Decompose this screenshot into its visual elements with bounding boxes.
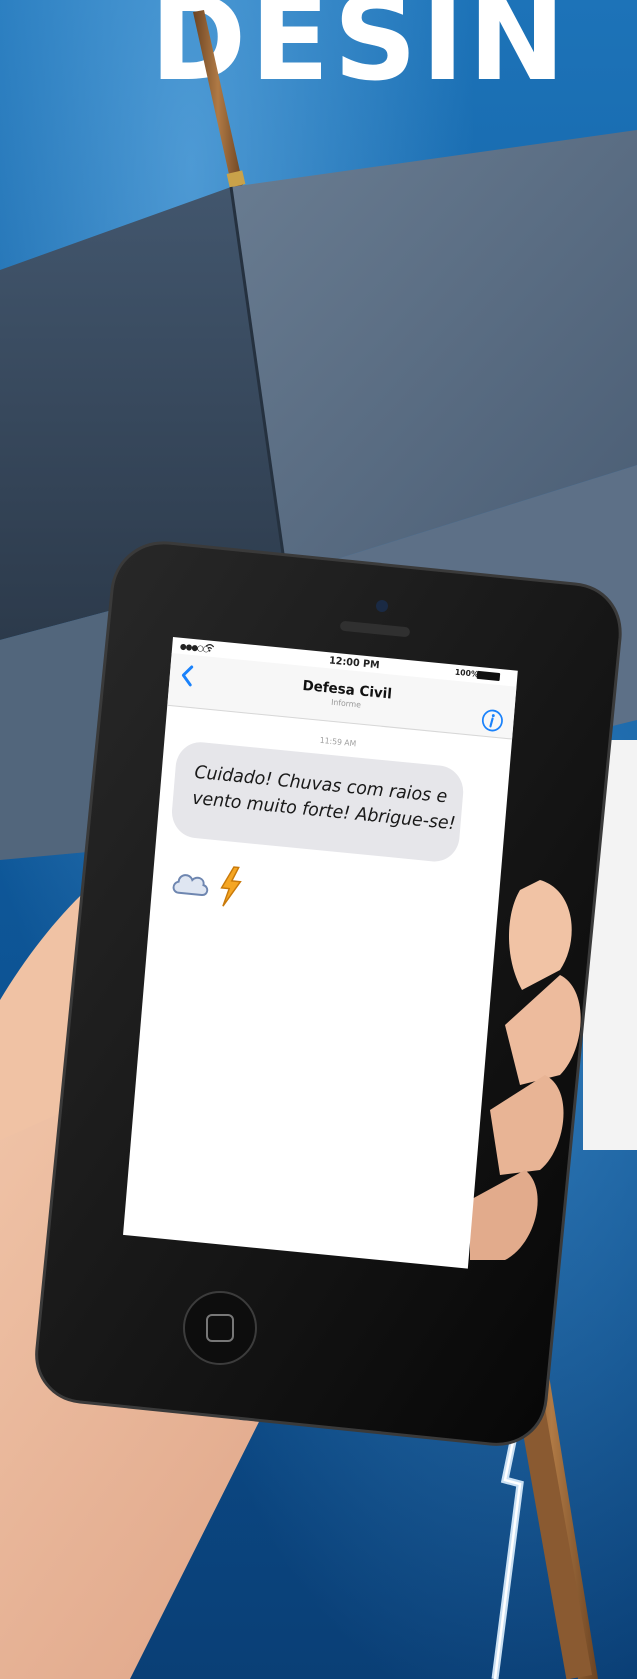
message-bubble[interactable]: Cuidado! Chuvas com raios e vento muito … xyxy=(169,739,466,864)
wifi-icon xyxy=(205,644,215,652)
info-circle-icon[interactable] xyxy=(480,707,505,733)
emoji-message[interactable] xyxy=(168,860,287,915)
chevron-left-icon[interactable] xyxy=(179,664,196,687)
battery-percentage: 100% xyxy=(454,667,479,679)
front-camera-icon xyxy=(376,600,388,612)
battery-icon xyxy=(476,670,501,682)
poster: DESIN ●●●○○ 12:00 PM 100% Defesa Civil I… xyxy=(0,0,637,1679)
umbrella-top-shaft xyxy=(193,10,243,188)
message-timestamp: 11:59 AM xyxy=(319,735,357,749)
home-button-icon xyxy=(183,1291,257,1365)
lightning-bolt-icon xyxy=(220,866,242,907)
phone-screen: ●●●○○ 12:00 PM 100% Defesa Civil Informe… xyxy=(123,637,518,1269)
cloud-icon xyxy=(172,874,209,896)
